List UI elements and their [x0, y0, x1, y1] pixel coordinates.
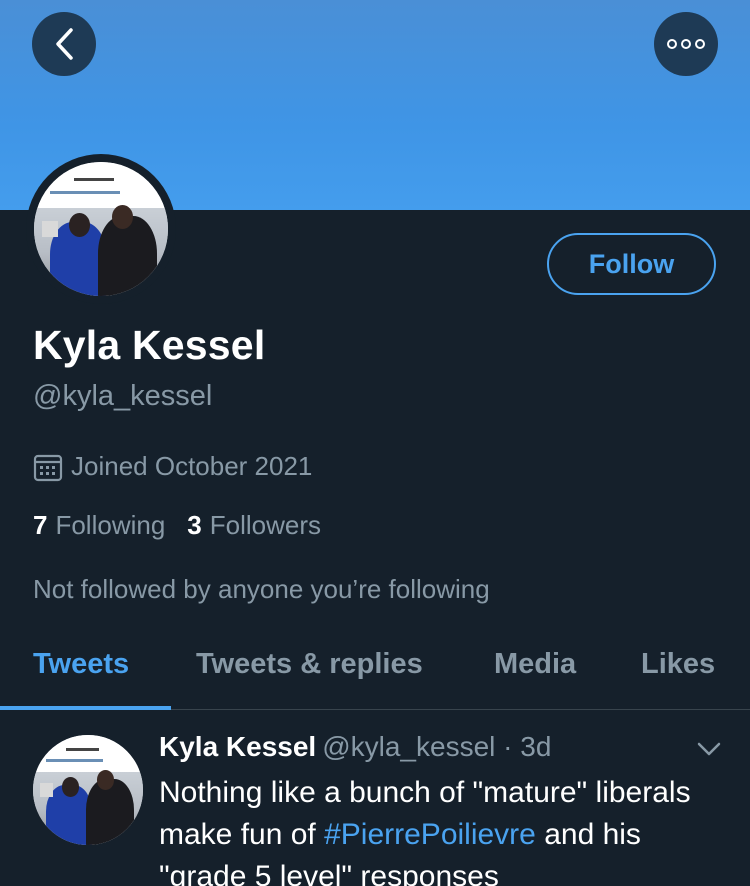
tab-media[interactable]: Media [494, 648, 576, 681]
tweet-body: Nothing like a bunch of "mature" liberal… [159, 772, 719, 886]
joined-text: Joined October 2021 [71, 451, 313, 481]
tweet-avatar[interactable] [33, 735, 143, 845]
mutual-followers-note: Not followed by anyone you’re following [33, 574, 490, 604]
profile-avatar[interactable] [26, 154, 176, 304]
more-options-button[interactable] [654, 12, 718, 76]
following-count: 7 [33, 510, 48, 540]
followers-count: 3 [187, 510, 202, 540]
joined-date: Joined October 2021 [33, 451, 312, 482]
tab-likes[interactable]: Likes [641, 648, 715, 681]
follow-counts: 7 Following 3 Followers [33, 510, 321, 541]
following-label: Following [55, 510, 166, 540]
chevron-left-icon [56, 28, 73, 60]
tab-tweets[interactable]: Tweets [33, 648, 129, 681]
display-name: Kyla Kessel [33, 322, 266, 368]
avatar-image [34, 162, 168, 296]
tweet-meta: @kyla_kessel · 3d [322, 731, 552, 762]
back-button[interactable] [32, 12, 96, 76]
active-tab-indicator [0, 706, 171, 710]
tab-tweets-replies[interactable]: Tweets & replies [196, 648, 423, 681]
follow-button[interactable]: Follow [547, 233, 716, 295]
chevron-down-icon[interactable] [696, 740, 722, 758]
following-link[interactable]: 7 Following [33, 510, 165, 541]
hashtag-link[interactable]: #PierrePoilievre [324, 818, 536, 851]
followers-label: Followers [209, 510, 322, 540]
profile-tabs: Tweets Tweets & replies Media Likes [0, 640, 750, 710]
followers-link[interactable]: 3 Followers [187, 510, 321, 541]
tweet-author-name[interactable]: Kyla Kessel [159, 731, 316, 762]
more-horizontal-icon [667, 39, 705, 49]
user-handle: @kyla_kessel [33, 380, 213, 412]
tweet-header: Kyla Kessel @kyla_kessel · 3d [159, 731, 551, 763]
calendar-icon [33, 454, 63, 481]
